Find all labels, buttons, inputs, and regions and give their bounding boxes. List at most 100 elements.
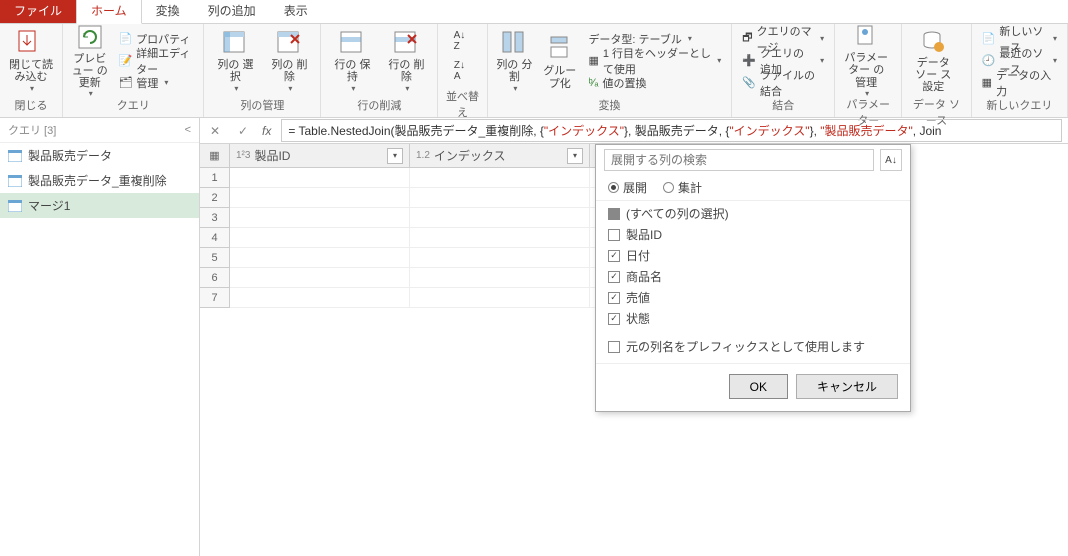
tab-view[interactable]: 表示 — [270, 0, 322, 23]
datasource-label: データ ソー ス設定 — [910, 57, 956, 93]
query-item-2[interactable]: マージ1 — [0, 193, 199, 218]
enter-data-icon: ▦ — [982, 76, 992, 89]
advanced-editor-button[interactable]: 📝詳細エディター — [114, 50, 197, 72]
filter-button[interactable]: ▾ — [567, 148, 583, 164]
sort-desc-button[interactable]: Z↓A — [444, 56, 474, 86]
queries-panel: クエリ [3] < 製品販売データ製品販売データ_重複削除マージ1 — [0, 118, 200, 556]
row-number[interactable]: 7 — [200, 288, 230, 308]
query-item-1[interactable]: 製品販売データ_重複削除 — [0, 168, 199, 193]
row-number[interactable]: 2 — [200, 188, 230, 208]
ok-button[interactable]: OK — [729, 374, 788, 399]
cell[interactable] — [230, 268, 410, 288]
refresh-label: プレビュー の更新 — [71, 53, 108, 89]
cell[interactable] — [230, 248, 410, 268]
tab-file[interactable]: ファイル — [0, 0, 76, 23]
split-column-button[interactable]: 列の 分割 — [494, 27, 535, 95]
manage-button[interactable]: 🗂管理 — [114, 72, 197, 94]
combine-files-icon: 📎 — [742, 76, 756, 89]
close-load-button[interactable]: 閉じて読 み込む — [6, 27, 56, 95]
choose-columns-icon — [219, 29, 251, 58]
tab-transform[interactable]: 変換 — [142, 0, 194, 23]
replace-icon: ᵇ⁄ₐ — [588, 77, 598, 89]
prefix-checkbox[interactable]: 元の列名をプレフィックスとして使用します — [608, 338, 865, 355]
row-number[interactable]: 4 — [200, 228, 230, 248]
choose-columns-label: 列の 選択 — [212, 59, 258, 83]
firstrow-header-button[interactable]: ▦1 行目をヘッダーとして使用 — [584, 50, 725, 72]
sort-asc-icon: A↓Z — [454, 30, 466, 52]
groupby-icon — [544, 31, 576, 63]
group-label-close: 閉じる — [6, 95, 56, 115]
cell[interactable] — [230, 188, 410, 208]
keep-rows-button[interactable]: 行の 保持 — [327, 27, 377, 95]
filter-button[interactable]: ▾ — [387, 148, 403, 164]
group-label-combine: 結合 — [738, 95, 828, 115]
datasource-settings-button[interactable]: データ ソー ス設定 — [908, 26, 958, 94]
remove-rows-button[interactable]: 行の 削除 — [381, 27, 431, 95]
aggregate-mode-radio[interactable]: 集計 — [663, 179, 702, 196]
remove-columns-button[interactable]: 列の 削除 — [264, 27, 314, 95]
cell[interactable] — [410, 168, 590, 188]
column-header-1[interactable]: 1.2インデックス▾ — [410, 144, 590, 168]
query-item-0[interactable]: 製品販売データ — [0, 143, 199, 168]
group-label-query: クエリ — [69, 95, 197, 115]
fx-button[interactable]: fx — [262, 124, 271, 138]
combine-files-button[interactable]: 📎ファイルの結合 — [738, 72, 828, 94]
cell[interactable] — [410, 208, 590, 228]
manage-icon: 🗂 — [118, 76, 132, 89]
rownum-header[interactable]: ▦ — [200, 144, 230, 168]
column-header-0[interactable]: 1²3製品ID▾ — [230, 144, 410, 168]
row-number[interactable]: 1 — [200, 168, 230, 188]
ribbon-tabs: ファイル ホーム 変換 列の追加 表示 — [0, 0, 1068, 24]
sort-icon: A↓ — [885, 155, 897, 166]
header-icon: ▦ — [588, 54, 598, 67]
replace-values-button[interactable]: ᵇ⁄ₐ値の置換 — [584, 72, 725, 94]
refresh-icon — [74, 23, 106, 51]
cell[interactable] — [410, 268, 590, 288]
groupby-button[interactable]: グルー プ化 — [539, 27, 580, 95]
column-checkbox-0[interactable]: 製品ID — [596, 224, 910, 245]
column-checkbox-4[interactable]: ✓状態 — [596, 308, 910, 329]
table-icon — [8, 175, 22, 187]
close-load-icon — [15, 29, 47, 58]
refresh-preview-button[interactable]: プレビュー の更新 — [69, 27, 110, 95]
row-number[interactable]: 6 — [200, 268, 230, 288]
cell[interactable] — [410, 288, 590, 308]
cell[interactable] — [230, 288, 410, 308]
collapse-panel-button[interactable]: < — [185, 124, 191, 136]
split-icon — [498, 29, 530, 58]
expand-mode-radio[interactable]: 展開 — [608, 179, 647, 196]
tab-addcolumn[interactable]: 列の追加 — [194, 0, 270, 23]
cell[interactable] — [410, 248, 590, 268]
row-number[interactable]: 3 — [200, 208, 230, 228]
cell[interactable] — [410, 228, 590, 248]
properties-icon: 📄 — [118, 32, 132, 45]
select-all-checkbox[interactable]: (すべての列の選択) — [596, 203, 910, 224]
choose-columns-button[interactable]: 列の 選択 — [210, 27, 260, 95]
queries-panel-title: クエリ [3] — [8, 122, 56, 138]
formula-cancel-button[interactable]: ✕ — [206, 124, 224, 138]
group-label-rows: 行の削減 — [327, 95, 431, 115]
formula-input[interactable]: = Table.NestedJoin(製品販売データ_重複削除, {"インデック… — [281, 119, 1062, 142]
formula-bar: ✕ ✓ fx = Table.NestedJoin(製品販売データ_重複削除, … — [200, 118, 1068, 144]
keep-rows-label: 行の 保持 — [329, 59, 375, 83]
manage-parameters-button[interactable]: パラメーター の管理 — [841, 26, 891, 94]
sort-asc-button[interactable]: A↓Z — [444, 26, 474, 56]
column-checkbox-1[interactable]: ✓日付 — [596, 245, 910, 266]
column-checkbox-3[interactable]: ✓売値 — [596, 287, 910, 308]
expand-column-popup: A↓ 展開 集計 (すべての列の選択) 製品ID✓日付✓商品名✓売値✓状態インデ… — [595, 144, 911, 412]
formula-accept-button[interactable]: ✓ — [234, 124, 252, 138]
cell[interactable] — [230, 228, 410, 248]
remove-rows-icon — [390, 29, 422, 58]
expand-sort-button[interactable]: A↓ — [880, 149, 902, 171]
cell[interactable] — [230, 208, 410, 228]
tab-home[interactable]: ホーム — [76, 0, 142, 24]
expand-search-input[interactable] — [604, 149, 874, 171]
enter-data-button[interactable]: ▦データの入力 — [978, 72, 1061, 94]
cancel-button[interactable]: キャンセル — [796, 374, 898, 399]
remove-rows-label: 行の 削除 — [383, 59, 429, 83]
cell[interactable] — [410, 188, 590, 208]
remove-columns-label: 列の 削除 — [266, 59, 312, 83]
cell[interactable] — [230, 168, 410, 188]
column-checkbox-2[interactable]: ✓商品名 — [596, 266, 910, 287]
row-number[interactable]: 5 — [200, 248, 230, 268]
